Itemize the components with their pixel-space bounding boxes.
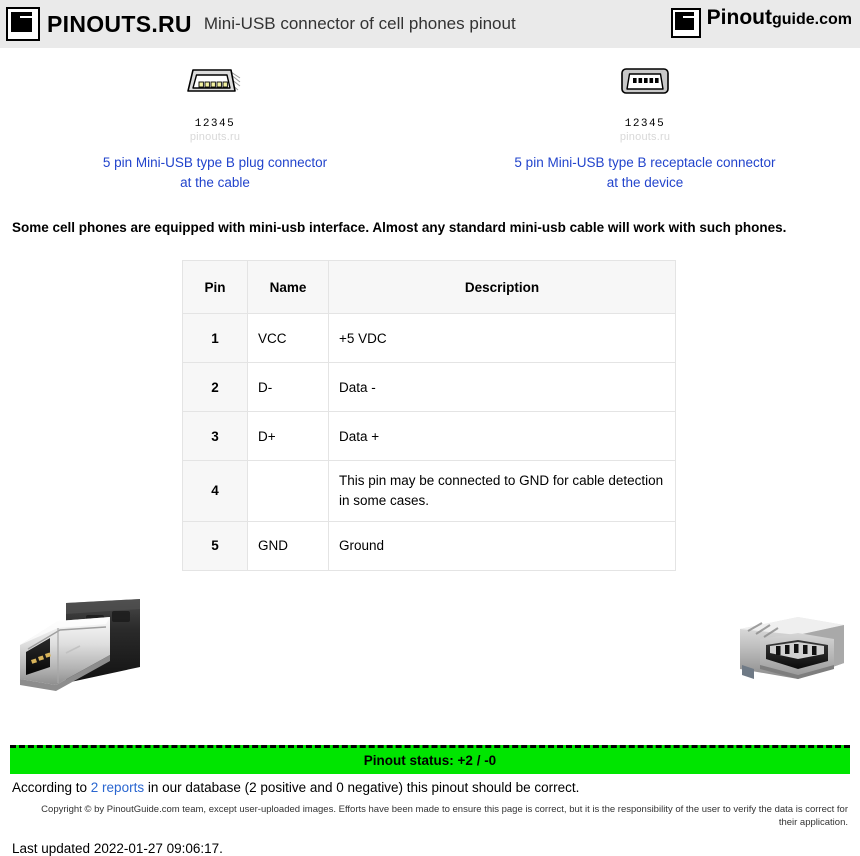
receptacle-caption-link[interactable]: 5 pin Mini-USB type B receptacle connect…: [430, 153, 860, 192]
mini-usb-receptacle-photo: [736, 613, 848, 692]
brand-name: PINOUTS.RU: [47, 11, 192, 38]
table-row: 2 D- Data -: [183, 363, 676, 412]
pinout-status-note: According to 2 reports in our database (…: [10, 774, 850, 795]
cell-pin: 4: [183, 461, 248, 521]
plug-caption-line2: at the cable: [180, 175, 250, 190]
page-title: Mini-USB connector of cell phones pinout: [204, 14, 516, 34]
cell-pin: 2: [183, 363, 248, 412]
cell-description: Ground: [329, 521, 676, 570]
mini-usb-type-b-plug-icon: [0, 64, 430, 120]
pinout-table-head: Pin Name Description: [183, 261, 676, 314]
diagram-column-plug: 12345 pinouts.ru 5 pin Mini-USB type B p…: [0, 64, 430, 192]
cell-name: GND: [248, 521, 329, 570]
site-header: PINOUTS.RU Mini-USB connector of cell ph…: [0, 0, 860, 48]
cell-name: D+: [248, 412, 329, 461]
receptacle-caption-line2: at the device: [607, 175, 684, 190]
pinout-logo-icon: [6, 7, 40, 41]
brand-left[interactable]: PINOUTS.RU Mini-USB connector of cell ph…: [0, 7, 516, 41]
status-note-prefix: According to: [12, 780, 91, 795]
pinout-status-area: Pinout status: +2 / -0 According to 2 re…: [0, 745, 860, 795]
cell-pin: 3: [183, 412, 248, 461]
table-row: 1 VCC +5 VDC: [183, 314, 676, 363]
cell-description: +5 VDC: [329, 314, 676, 363]
plug-pin-numbers: 12345: [0, 118, 430, 130]
cell-name: D-: [248, 363, 329, 412]
brand-right-secondary: guide.com: [772, 11, 852, 28]
page-footer: Copyright © by PinoutGuide.com team, exc…: [0, 795, 860, 856]
pinout-status-bar[interactable]: Pinout status: +2 / -0: [10, 745, 850, 774]
receptacle-caption-line1: 5 pin Mini-USB type B receptacle connect…: [514, 155, 775, 170]
diagram-column-receptacle: 12345 pinouts.ru 5 pin Mini-USB type B r…: [430, 64, 860, 192]
column-header-description: Description: [329, 261, 676, 314]
cell-description: Data +: [329, 412, 676, 461]
cell-description: Data -: [329, 363, 676, 412]
copyright-text: Copyright © by PinoutGuide.com team, exc…: [12, 803, 848, 831]
reports-link[interactable]: 2 reports: [91, 780, 144, 795]
table-row: 3 D+ Data +: [183, 412, 676, 461]
table-row: 4 This pin may be connected to GND for c…: [183, 461, 676, 521]
cell-name: [248, 461, 329, 521]
pinout-table-wrapper: Pin Name Description 1 VCC +5 VDC 2 D- D…: [0, 260, 860, 570]
connector-photos: [0, 597, 860, 707]
pinout-table: Pin Name Description 1 VCC +5 VDC 2 D- D…: [182, 260, 676, 570]
brand-right[interactable]: Pinoutguide.com: [671, 6, 852, 38]
pinoutguide-logo-icon: [671, 8, 701, 38]
cell-name: VCC: [248, 314, 329, 363]
receptacle-pin-numbers: 12345: [430, 118, 860, 130]
plug-watermark: pinouts.ru: [0, 131, 430, 143]
pinout-table-body: 1 VCC +5 VDC 2 D- Data - 3 D+ Data + 4 T…: [183, 314, 676, 570]
plug-caption-line1: 5 pin Mini-USB type B plug connector: [103, 155, 327, 170]
table-row: 5 GND Ground: [183, 521, 676, 570]
mini-usb-type-b-receptacle-icon: [430, 64, 860, 120]
table-header-row: Pin Name Description: [183, 261, 676, 314]
cell-pin: 1: [183, 314, 248, 363]
cell-description: This pin may be connected to GND for cab…: [329, 461, 676, 521]
connector-diagrams: 12345 pinouts.ru 5 pin Mini-USB type B p…: [0, 64, 860, 192]
brand-right-text: Pinoutguide.com: [707, 6, 852, 28]
status-note-suffix: in our database (2 positive and 0 negati…: [144, 780, 579, 795]
column-header-name: Name: [248, 261, 329, 314]
plug-caption-link[interactable]: 5 pin Mini-USB type B plug connector at …: [0, 153, 430, 192]
cell-pin: 5: [183, 521, 248, 570]
mini-usb-plug-photo: [14, 597, 144, 698]
brand-right-primary: Pinout: [707, 6, 772, 29]
receptacle-watermark: pinouts.ru: [430, 131, 860, 143]
last-updated-text: Last updated 2022-01-27 09:06:17.: [12, 841, 848, 856]
column-header-pin: Pin: [183, 261, 248, 314]
intro-paragraph: Some cell phones are equipped with mini-…: [12, 218, 828, 238]
